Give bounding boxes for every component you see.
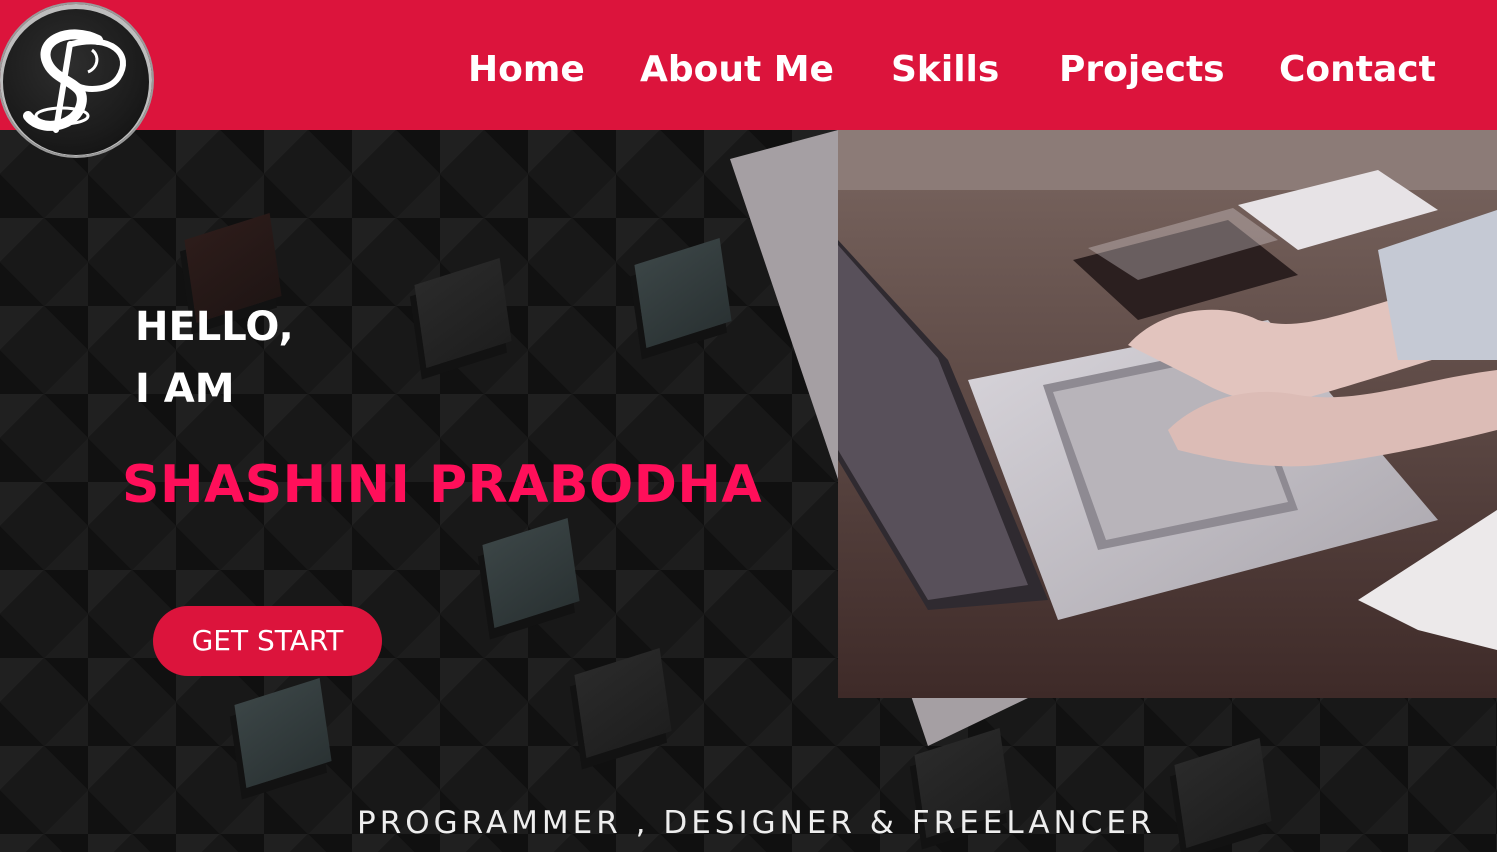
nav-home-link[interactable]: Home bbox=[468, 46, 585, 94]
decor-cube bbox=[234, 677, 332, 789]
laptop-photo-icon bbox=[838, 130, 1497, 698]
nav-skills-link[interactable]: Skills bbox=[891, 46, 999, 94]
decor-cube bbox=[574, 647, 672, 759]
site-header: Home About Me Skills Projects Contact bbox=[0, 0, 1497, 130]
main-nav: Home About Me Skills Projects Contact bbox=[0, 0, 1497, 130]
decor-cube bbox=[414, 257, 512, 369]
hero-tagline: PROGRAMMER , DESIGNER & FREELANCER bbox=[357, 805, 1156, 841]
decor-cube bbox=[634, 237, 732, 349]
get-start-button[interactable]: GET START bbox=[153, 606, 382, 676]
decor-cube bbox=[482, 517, 580, 629]
decor-cube bbox=[1174, 737, 1272, 849]
laptop-typing-photo bbox=[838, 130, 1497, 698]
greeting-line-2: I AM bbox=[135, 366, 235, 412]
hero-name: SHASHINI PRABODHA bbox=[122, 455, 763, 515]
nav-contact-link[interactable]: Contact bbox=[1279, 46, 1436, 94]
logo-monogram-icon bbox=[23, 29, 126, 133]
greeting-line-1: HELLO, bbox=[135, 304, 294, 350]
nav-projects-link[interactable]: Projects bbox=[1059, 46, 1225, 94]
nav-about-link[interactable]: About Me bbox=[640, 46, 834, 94]
logo[interactable] bbox=[0, 4, 152, 156]
